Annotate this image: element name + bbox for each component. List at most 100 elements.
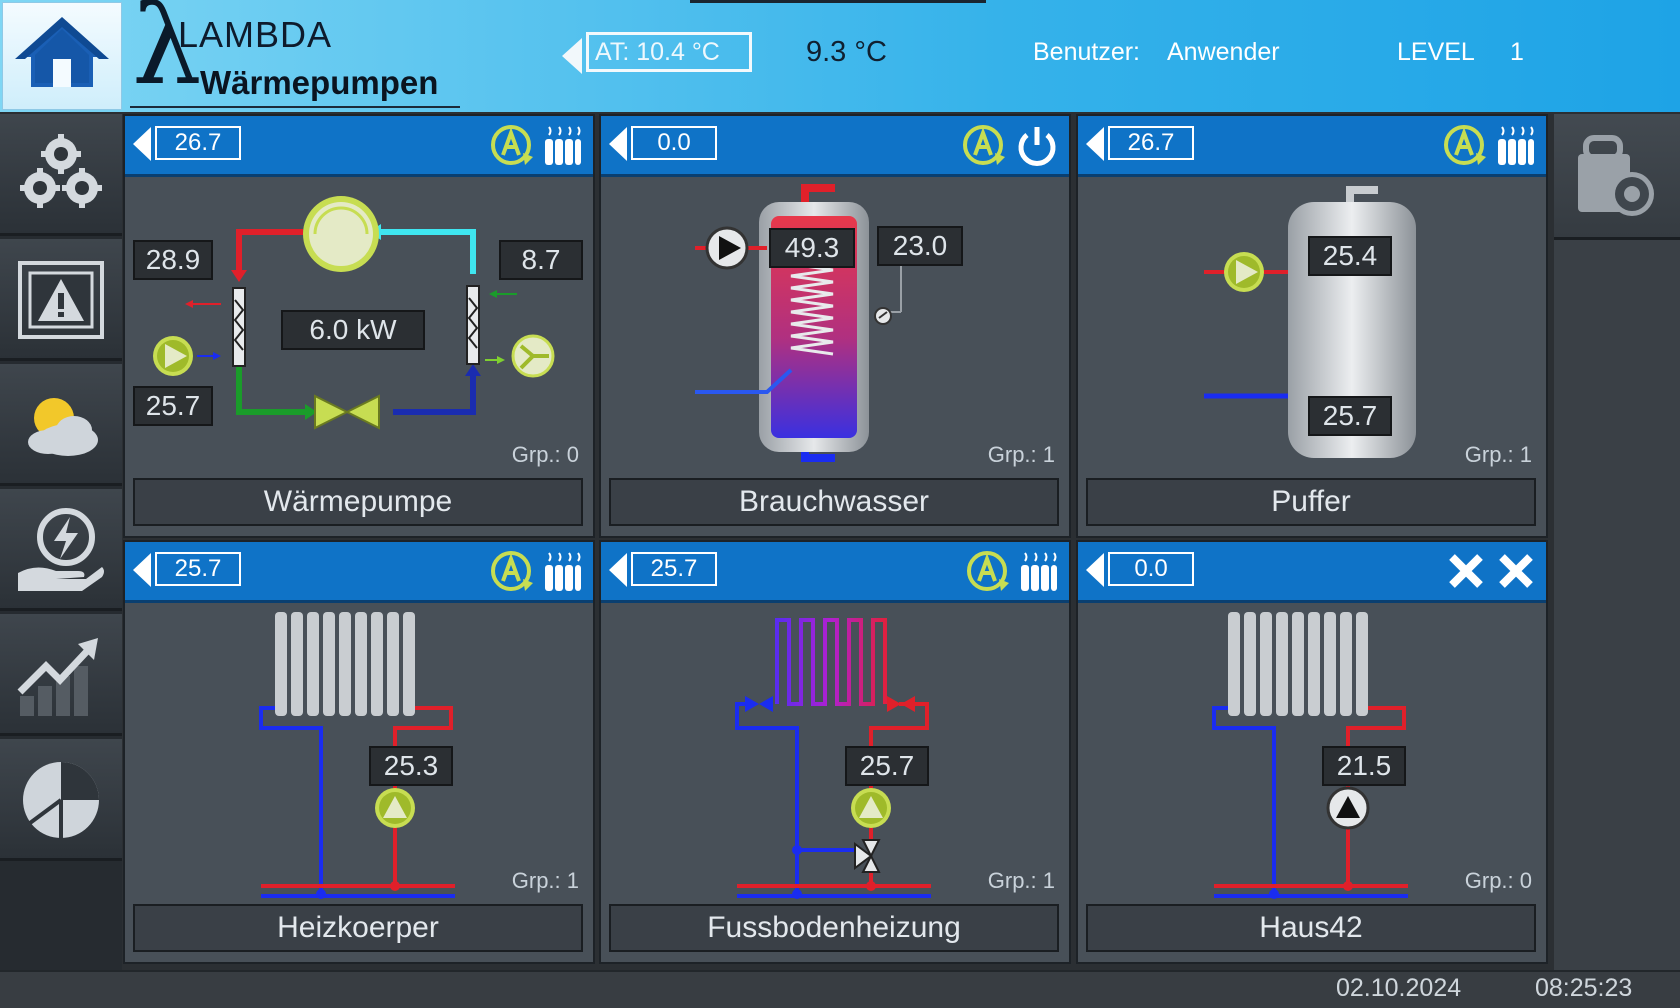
group-label: Grp.: 1 [987,868,1055,893]
panel-header: 0.0 [601,116,1069,177]
weather-icon [28,398,98,456]
back-arrow-icon[interactable] [1086,127,1104,161]
panel-heizkoerper: 25.7 25.3 Grp.: 1 Heizkoerper [123,540,595,964]
hot-water-tank-graphic [695,184,902,462]
pump-icon [705,226,749,270]
brand-subtitle: Wärmepumpen [200,64,439,101]
back-arrow-icon[interactable] [609,127,627,161]
top-header: λ LAMBDA Wärmepumpen AT: 10.4 °C 9.3 °C … [0,0,1680,112]
floor-heating-diagram: 25.7 [601,600,1069,900]
brand-underline [130,106,460,108]
return-temp-value: 25.7 [133,386,213,426]
panel-header: 26.7 [125,116,593,177]
back-arrow-icon[interactable] [562,38,582,74]
brand-logo: λ LAMBDA Wärmepumpen [128,0,468,112]
weather-button[interactable] [0,364,122,486]
back-arrow-icon[interactable] [133,127,151,161]
condenser-icon [232,287,246,367]
alarm-button[interactable] [0,239,122,361]
tank-temp-value: 49.3 [769,228,855,268]
panel-name-button[interactable]: Heizkoerper [133,904,583,952]
heating-icon[interactable] [1019,549,1059,593]
heating-icon[interactable] [543,123,583,167]
panel-header: 0.0 [1078,542,1546,603]
pump-icon [851,788,891,828]
energy-button[interactable] [0,489,122,611]
flow-temp-value: 25.7 [845,746,929,786]
energy-icon [18,508,104,591]
power-value: 6.0 kW [281,310,425,350]
sensor-icon [874,307,892,325]
auto-mode-icon[interactable] [1442,123,1486,167]
setpoint-temp-value: 23.0 [877,226,963,266]
header-value[interactable]: 26.7 [155,126,241,160]
radiator-circuit-graphic [1212,612,1408,899]
group-label: Grp.: 0 [511,442,579,467]
panel-brauchwasser: 0.0 49.3 23.0 Grp.: 1 Brauchwasser [599,114,1071,538]
flow-temp-value: 25.3 [369,746,453,786]
gear-icon [20,134,102,208]
level-label: LEVEL [1397,38,1475,66]
group-label: Grp.: 1 [1464,442,1532,467]
flow-temp-value: 28.9 [133,240,213,280]
panel-name-button[interactable]: Brauchwasser [609,478,1059,526]
auto-mode-icon[interactable] [965,549,1009,593]
group-label: Grp.: 1 [987,442,1055,467]
pie-chart-icon [23,762,99,838]
auto-mode-icon[interactable] [961,123,1005,167]
radiator-diagram: 21.5 [1078,600,1546,900]
date-display: 02.10.2024 [1336,974,1462,1002]
header-value[interactable]: 0.0 [1108,552,1194,586]
pump-icon [1224,252,1264,292]
disabled-x-icon[interactable] [1446,551,1486,591]
header-value[interactable]: 26.7 [1108,126,1194,160]
header-value[interactable]: 25.7 [631,552,717,586]
auto-mode-icon[interactable] [489,123,533,167]
brand-name: LAMBDA [178,14,333,55]
back-arrow-icon[interactable] [133,553,151,587]
header-value[interactable]: 25.7 [155,552,241,586]
buffer-diagram: 25.4 25.7 [1078,174,1546,474]
power-icon[interactable] [1015,123,1059,167]
back-arrow-icon[interactable] [1086,553,1104,587]
mixing-valve-icon [854,839,881,873]
heatpump-diagram: 28.9 25.7 8.7 6.0 kW [125,174,593,474]
outdoor-setting-value[interactable]: AT: 10.4 °C [586,32,752,72]
disabled-x-icon[interactable] [1496,551,1536,591]
time-display: 08:25:23 [1535,974,1633,1002]
group-label: Grp.: 1 [511,868,579,893]
pump-icon [153,336,193,376]
panel-header: 25.7 [125,542,593,603]
group-label: Grp.: 0 [1464,868,1532,893]
settings-button[interactable] [0,114,122,236]
panel-name-button[interactable]: Fussbodenheizung [609,904,1059,952]
back-arrow-icon[interactable] [609,553,627,587]
left-sidebar [0,114,122,970]
hot-water-diagram: 49.3 23.0 [601,174,1069,474]
top-temp-value: 25.4 [1308,236,1392,276]
bottom-temp-value: 25.7 [1308,396,1392,436]
header-value[interactable]: 0.0 [631,126,717,160]
flow-temp-value: 21.5 [1322,746,1406,786]
top-indicator-line [690,0,986,3]
energy-pie-button[interactable] [0,739,122,861]
user-name[interactable]: Anwender [1167,38,1280,67]
home-button[interactable] [2,2,122,110]
heating-icon[interactable] [543,549,583,593]
source-temp-value: 8.7 [499,240,583,280]
user-label: Benutzer: [1033,38,1141,66]
radiator-circuit-graphic [259,612,455,899]
panel-name-button[interactable]: Puffer [1086,478,1536,526]
statistics-button[interactable] [0,614,122,736]
trend-icon [17,638,98,716]
panel-name-button[interactable]: Haus42 [1086,904,1536,952]
panel-haus42: 0.0 21.5 Grp.: 0 Haus42 [1076,540,1548,964]
panel-waermepumpe: 26.7 28.9 25.7 8.7 6.0 kW Grp.: 0 Wärmep… [123,114,595,538]
heating-icon[interactable] [1496,123,1536,167]
panel-name-button[interactable]: Wärmepumpe [133,478,583,526]
auto-mode-icon[interactable] [489,549,533,593]
level-value: 1 [1510,38,1524,66]
fan-icon [511,334,555,378]
service-settings-button[interactable] [1554,114,1680,240]
right-sidebar [1554,114,1680,970]
